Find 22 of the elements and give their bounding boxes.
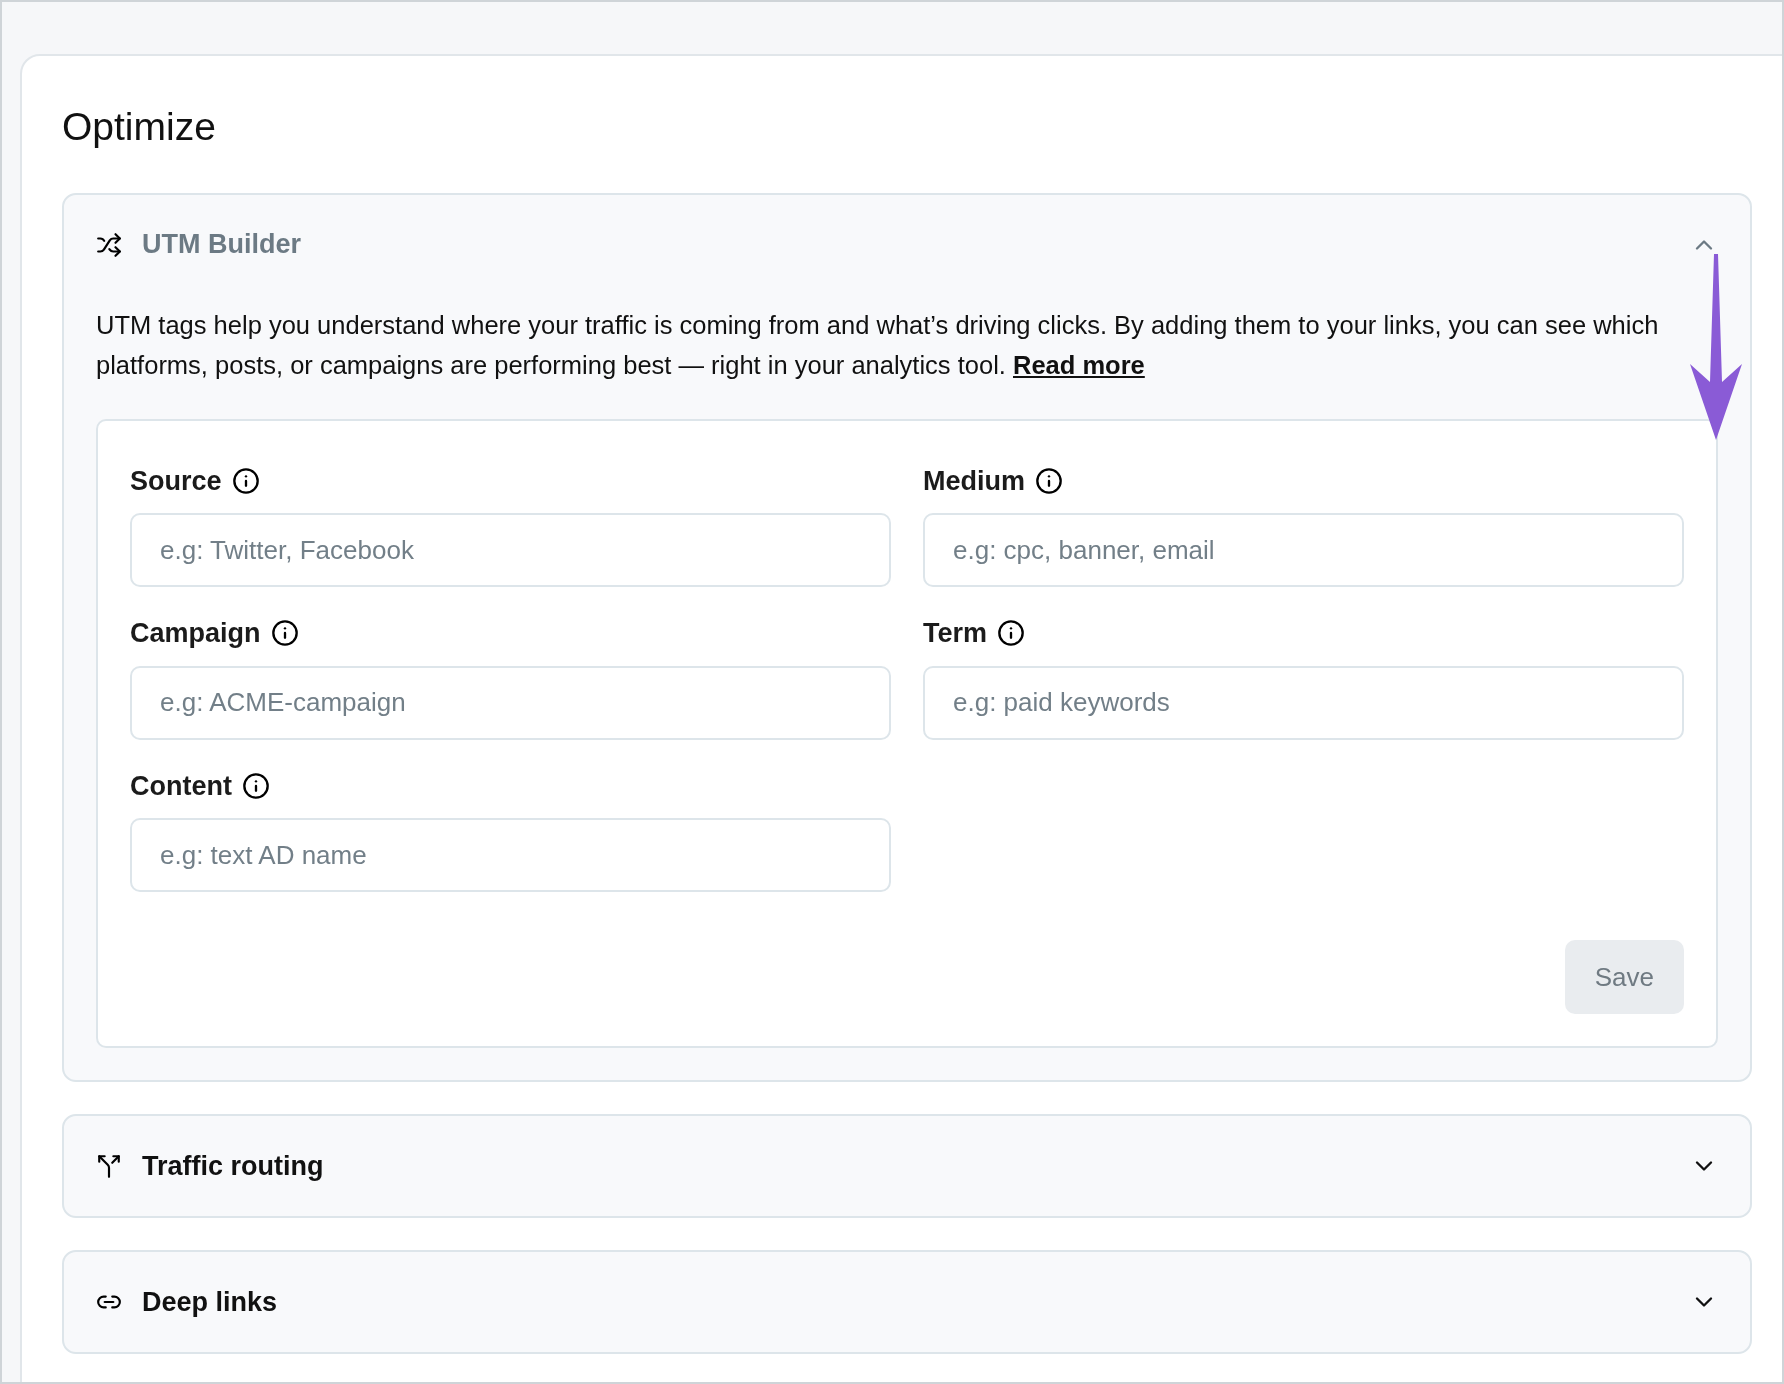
field-label: Campaign <box>130 617 261 650</box>
info-icon[interactable] <box>242 771 270 800</box>
info-icon[interactable] <box>1035 466 1063 495</box>
text-input[interactable]: e.g: paid keywords <box>923 665 1684 740</box>
shuffle-icon <box>96 231 122 258</box>
info-icon[interactable] <box>997 619 1026 648</box>
accordion-header[interactable]: Deep links <box>96 1252 1718 1352</box>
text-input[interactable]: e.g: ACME-campaign <box>130 665 891 740</box>
page-title: Optimize <box>62 104 217 150</box>
field-label: Term <box>923 617 988 650</box>
text-input[interactable]: e.g: text AD name <box>130 818 891 892</box>
split-arrow-icon <box>96 1153 122 1179</box>
read-more-link[interactable]: Read more <box>1013 350 1145 379</box>
field-label: Medium <box>923 464 1025 498</box>
text-input[interactable]: e.g: cpc, banner, email <box>923 513 1684 587</box>
info-icon[interactable] <box>231 466 260 495</box>
accordion-header[interactable]: Traffic routing <box>96 1116 1718 1216</box>
field-label: Source <box>130 464 222 498</box>
text-input[interactable]: e.g: Twitter, Facebook <box>130 513 891 587</box>
field-label: Content <box>130 769 232 803</box>
accordion-header[interactable]: UTM Builder <box>96 194 1718 295</box>
info-icon[interactable] <box>270 619 299 648</box>
